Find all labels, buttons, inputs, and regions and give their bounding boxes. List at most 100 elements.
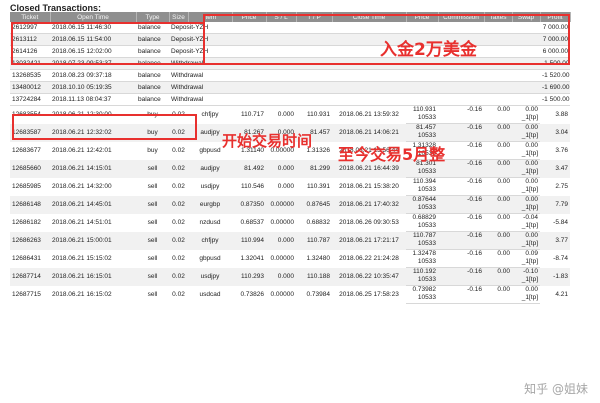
size-cell: 0.02 <box>172 219 185 226</box>
sl-cell: 0.000 <box>277 111 294 119</box>
size-cell: 0.02 <box>172 291 185 298</box>
close-price-cell: 81.457 <box>406 123 438 132</box>
open-time-cell: 2018.08.23 09:37:18 <box>50 69 136 82</box>
type-cell: sell <box>136 267 169 286</box>
tp-cell: 1.32480 <box>306 255 331 262</box>
type-cell: balance <box>136 93 169 106</box>
taxes-cell: 0.00 <box>497 214 510 221</box>
swap-cell: 0.00 <box>525 106 538 113</box>
ticket-cell: 12686431 <box>12 255 41 262</box>
item-cell: eurgbp <box>188 195 232 214</box>
taxes-cell: 0.00 <box>497 106 510 113</box>
table-row[interactable]: 12687715 2018.06.21 16:15:02 sell 0.02 usdca… <box>10 286 570 298</box>
item-cell: gbpusd <box>199 255 221 262</box>
tp-cell: 0.87645 <box>296 195 332 214</box>
header-type[interactable]: Type <box>136 12 170 22</box>
empty-cell <box>438 132 512 142</box>
open-time-cell: 2018.06.21 14:15:01 <box>50 159 136 178</box>
open-price-cell: 1.32041 <box>240 255 265 262</box>
commission-cell: -0.16 <box>467 106 482 113</box>
ticket-cell: 13268535 <box>10 69 50 82</box>
swap-cell: 0.09 <box>525 250 538 257</box>
open-price-cell: 110.293 <box>232 267 266 286</box>
tp-cell: 110.188 <box>296 267 332 286</box>
open-time-cell: 2018.06.21 16:15:02 <box>52 291 112 298</box>
profit-cell: -5.84 <box>553 219 568 226</box>
swap-note-cell: _1[tp] <box>512 240 540 250</box>
close-time-cell: 2018.06.21 14:06:21 <box>332 123 406 142</box>
close-time-cell: 2018.06.22 10:35:47 <box>332 267 406 286</box>
open-time-cell: 2018.11.13 08:04:37 <box>50 93 136 106</box>
type-cell: sell <box>147 183 158 190</box>
swap-cell: 0.00 <box>512 123 540 132</box>
ticket-cell: 12686148 <box>10 195 50 214</box>
table-row[interactable]: 13268535 2018.08.23 09:37:18 balance Withdr… <box>10 69 570 82</box>
taxes-cell: 0.00 <box>484 159 512 168</box>
commission-cell: -0.16 <box>467 286 482 293</box>
header-size[interactable]: Size <box>169 12 189 22</box>
tp-cell: 110.787 <box>296 231 332 250</box>
item-cell: audjpy <box>188 159 232 178</box>
profit-cell: 3.76 <box>555 147 568 154</box>
until-annotation: 至今交易5月整 <box>338 145 446 164</box>
swap-note-cell: _1[tp] <box>512 168 540 178</box>
profit-cell: -1.83 <box>540 267 570 286</box>
swap-cell: 0.00 <box>512 195 540 204</box>
swap-cell: 0.00 <box>525 142 538 149</box>
ticket-cell: 12687715 <box>12 291 41 298</box>
table-row[interactable]: 12685985 2018.06.21 14:32:00 sell 0.02 usdjp… <box>10 178 570 190</box>
swap-cell: 0.00 <box>512 231 540 240</box>
close-price-cell: 110.787 <box>406 231 438 240</box>
table-row[interactable]: 12687714 2018.06.21 16:15:01 sell 0.02 usdjp… <box>10 267 570 286</box>
size-cell: 0.02 <box>169 159 188 178</box>
open-time-cell: 2018.06.21 15:00:01 <box>50 231 136 250</box>
close-time-cell: 2018.06.21 17:40:32 <box>332 195 406 214</box>
taxes-cell: 0.00 <box>497 286 510 293</box>
table-row[interactable]: 12686182 2018.06.21 14:51:01 sell 0.02 nzdus… <box>10 214 570 226</box>
swap-cell: 0.00 <box>512 159 540 168</box>
table-row[interactable]: 12686148 2018.06.21 14:45:01 sell 0.02 eurgb… <box>10 195 570 214</box>
swap-note-cell: _1[tp] <box>512 222 540 232</box>
tp-cell: 110.391 <box>306 183 330 190</box>
sl-cell: 0.000 <box>266 267 296 286</box>
open-price-cell: 0.73826 <box>240 291 265 298</box>
table-row[interactable]: 12686263 2018.06.21 15:00:01 sell 0.02 chfjp… <box>10 231 570 250</box>
reference-cell: 10533 <box>406 276 438 286</box>
reference-cell: 10533 <box>406 168 438 178</box>
close-price-cell: 1.32478 <box>412 250 437 257</box>
header-open-time[interactable]: Open Time <box>50 12 137 22</box>
open-price-cell: 110.994 <box>232 231 266 250</box>
swap-note-cell: _1[tp] <box>512 294 540 304</box>
size-cell: 0.02 <box>172 255 185 262</box>
reference-cell: 10533 <box>406 222 438 232</box>
empty-cell <box>438 240 512 250</box>
tp-cell: 81.299 <box>296 159 332 178</box>
table-row[interactable]: 13724284 2018.11.13 08:04:37 balance Withdr… <box>10 93 570 106</box>
open-price-cell: 0.68537 <box>240 219 265 226</box>
open-time-cell: 2018.06.21 15:15:02 <box>52 255 112 262</box>
header-ticket[interactable]: Ticket <box>10 12 51 22</box>
profit-cell: 7.79 <box>540 195 570 214</box>
start-time-highlight-box <box>12 114 197 140</box>
table-row[interactable]: 13480012 2018.10.10 05:19:35 balance Withdr… <box>10 81 570 94</box>
table-row[interactable]: 12683554 2018.06.21 12:30:00 buy 0.02 chfjpy… <box>10 106 570 118</box>
swap-cell: 0.00 <box>525 286 538 293</box>
swap-note-cell: _1[tp] <box>512 276 540 286</box>
table-row[interactable]: 12686431 2018.06.21 15:15:02 sell 0.02 gbpus… <box>10 250 570 262</box>
close-price-cell: 0.73982 <box>412 286 437 293</box>
reference-cell: 10533 <box>406 258 438 268</box>
size-cell: 0.02 <box>169 267 188 286</box>
type-cell: sell <box>136 195 169 214</box>
reference-cell: 10533 <box>406 240 438 250</box>
taxes-cell: 0.00 <box>484 195 512 204</box>
type-cell: sell <box>136 159 169 178</box>
empty-cell <box>232 93 540 106</box>
type-cell: sell <box>147 255 158 262</box>
commission-cell: -0.16 <box>438 267 484 276</box>
open-price-cell: 110.546 <box>240 183 264 190</box>
table-row[interactable]: 12685660 2018.06.21 14:15:01 sell 0.02 audjp… <box>10 159 570 178</box>
close-time-cell: 2018.06.21 13:59:32 <box>339 111 399 119</box>
profit-cell: 3.77 <box>540 231 570 250</box>
type-cell: sell <box>136 231 169 250</box>
type-cell: sell <box>147 219 158 226</box>
